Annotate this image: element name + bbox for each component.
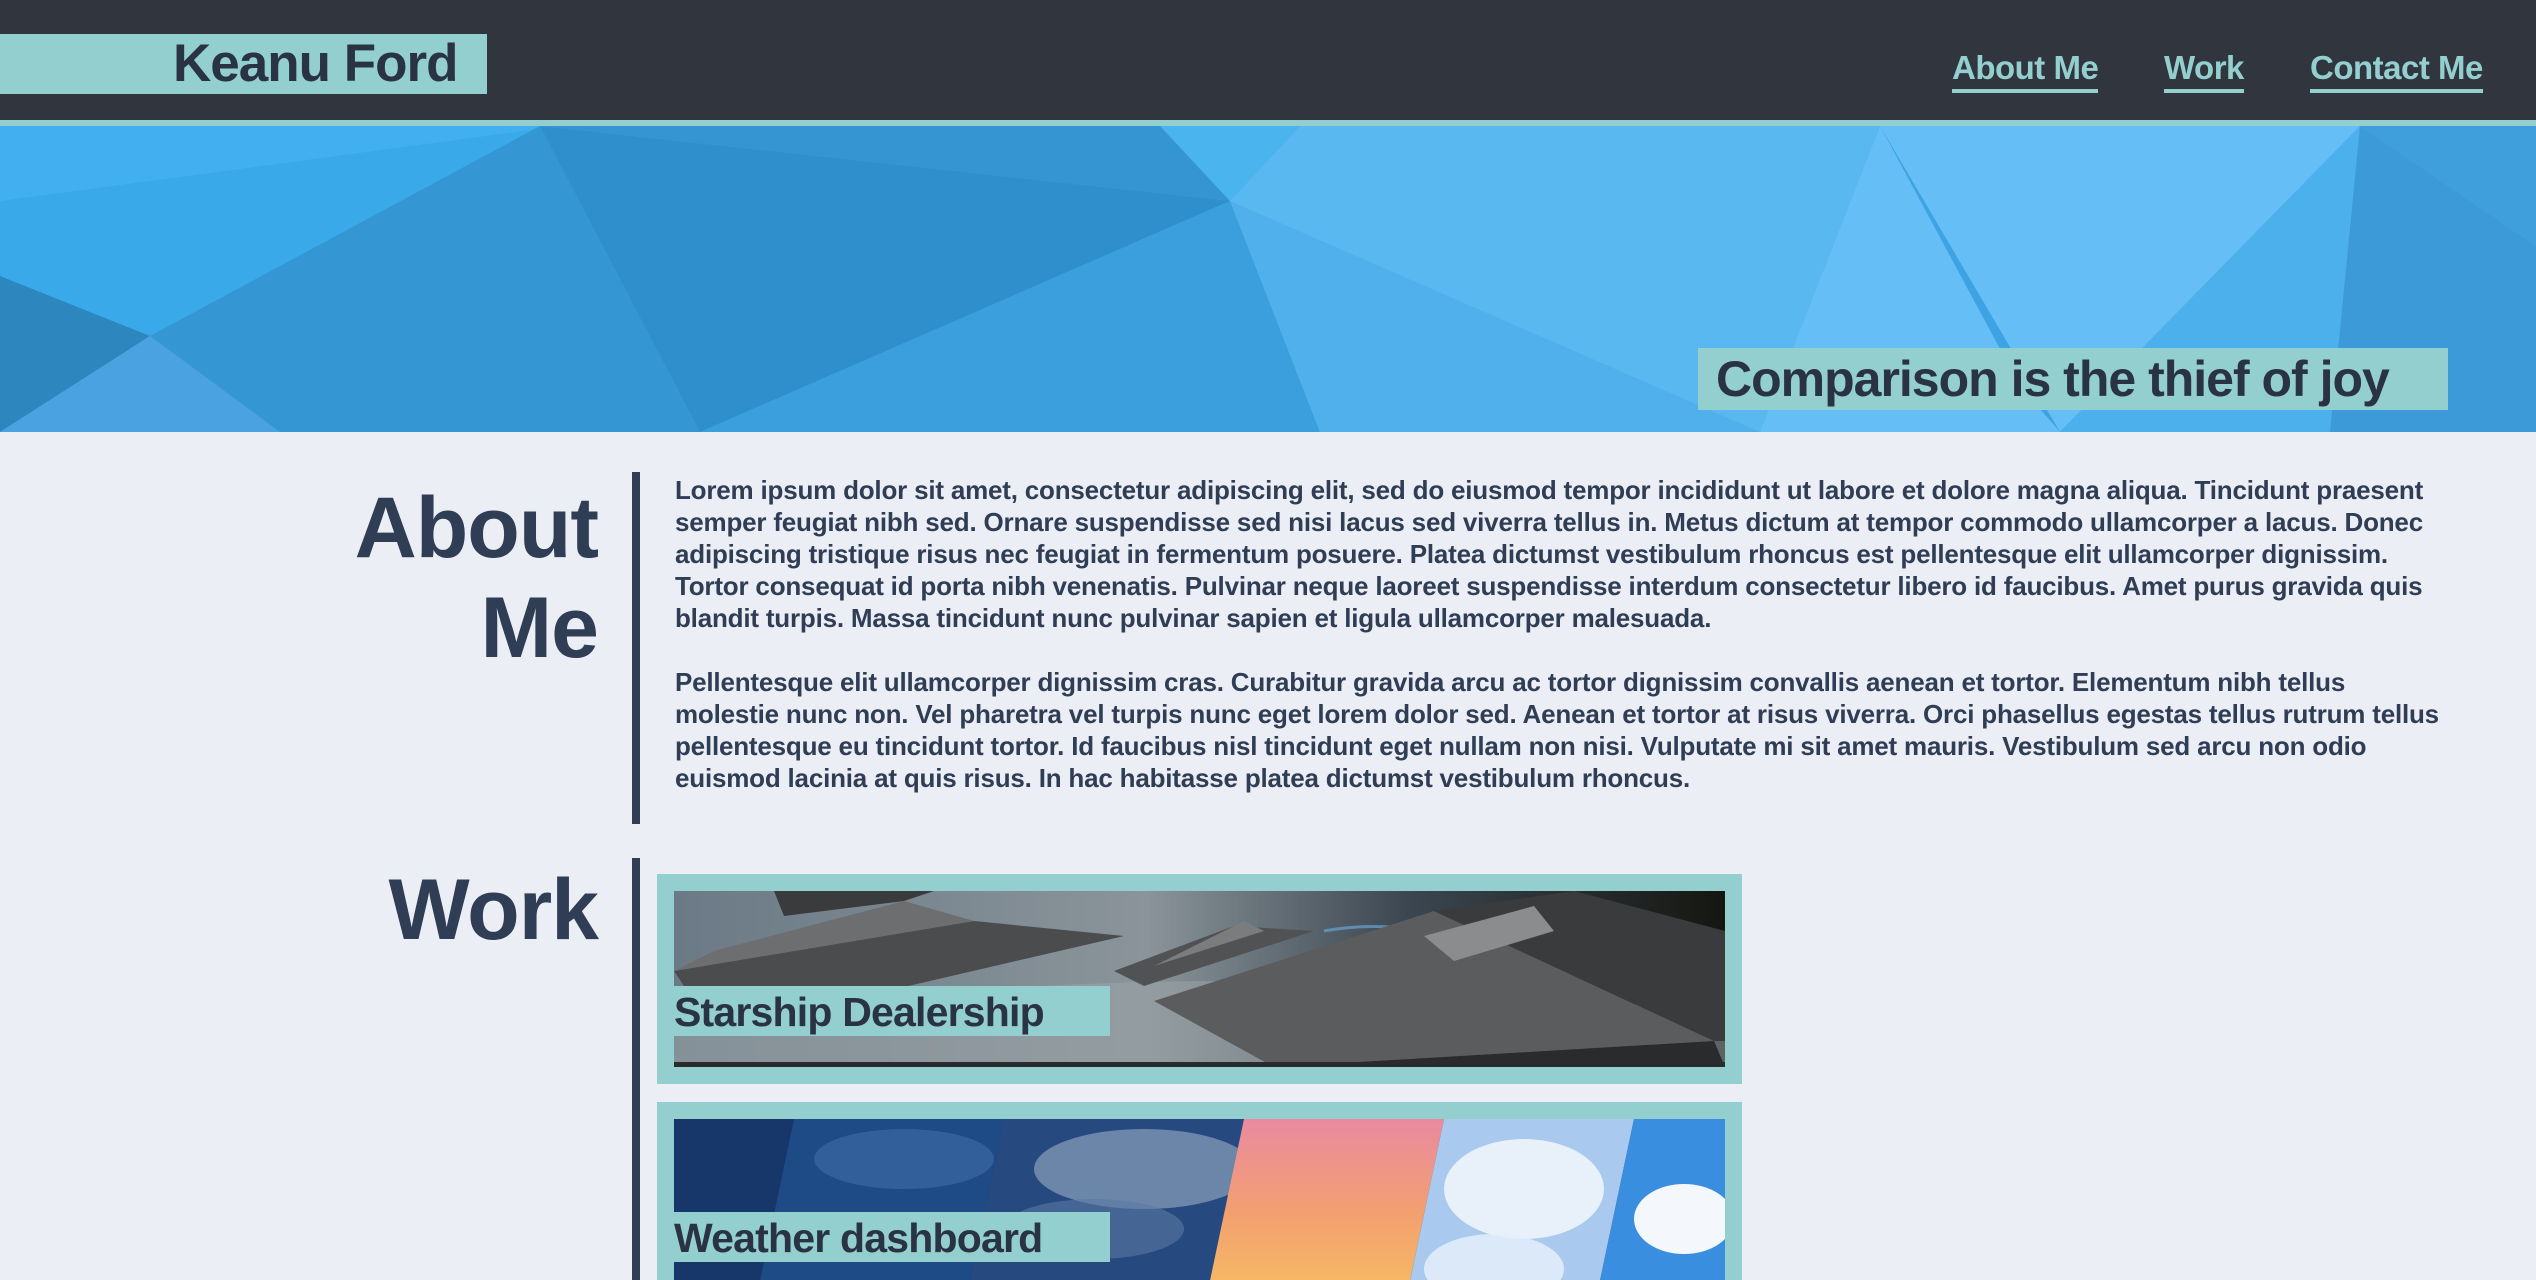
about-paragraph: Lorem ipsum dolor sit amet, consectetur … xyxy=(675,475,2424,633)
project-image-starships[interactable] xyxy=(674,891,1725,1067)
nav-link-work[interactable]: Work xyxy=(2164,48,2244,93)
site-header: Keanu Ford About Me Work Contact Me xyxy=(0,0,2536,120)
brand-name[interactable]: Keanu Ford xyxy=(173,36,458,92)
work-heading: Work xyxy=(388,862,599,958)
about-body: Lorem ipsum dolor sit amet, consectetur … xyxy=(675,474,2455,826)
about-heading: About Me xyxy=(354,478,599,678)
about-paragraph: Pellentesque elit ullamcorper dignissim … xyxy=(675,667,2439,793)
project-title[interactable]: Weather dashboard xyxy=(674,1214,1043,1262)
nav-link-about-me[interactable]: About Me xyxy=(1952,48,2099,93)
hero-tagline-text: Comparison is the thief of joy xyxy=(1716,351,2390,407)
brand-block[interactable]: Keanu Ford xyxy=(0,34,487,94)
starship-illustration xyxy=(674,891,1725,1067)
hero-tagline: Comparison is the thief of joy xyxy=(1698,348,2448,410)
about-divider xyxy=(632,472,640,824)
project-label[interactable]: Weather dashboard xyxy=(674,1212,1110,1262)
work-divider xyxy=(632,858,640,1280)
nav-link-contact-me[interactable]: Contact Me xyxy=(2310,48,2483,93)
about-heading-line2: Me xyxy=(480,580,599,676)
project-card-starship-dealership[interactable]: Starship Dealership xyxy=(657,874,1742,1084)
project-title[interactable]: Starship Dealership xyxy=(674,988,1045,1036)
about-heading-line1: About xyxy=(354,480,599,576)
project-label[interactable]: Starship Dealership xyxy=(674,986,1110,1036)
project-card-weather-dashboard[interactable]: Weather dashboard xyxy=(657,1102,1742,1280)
